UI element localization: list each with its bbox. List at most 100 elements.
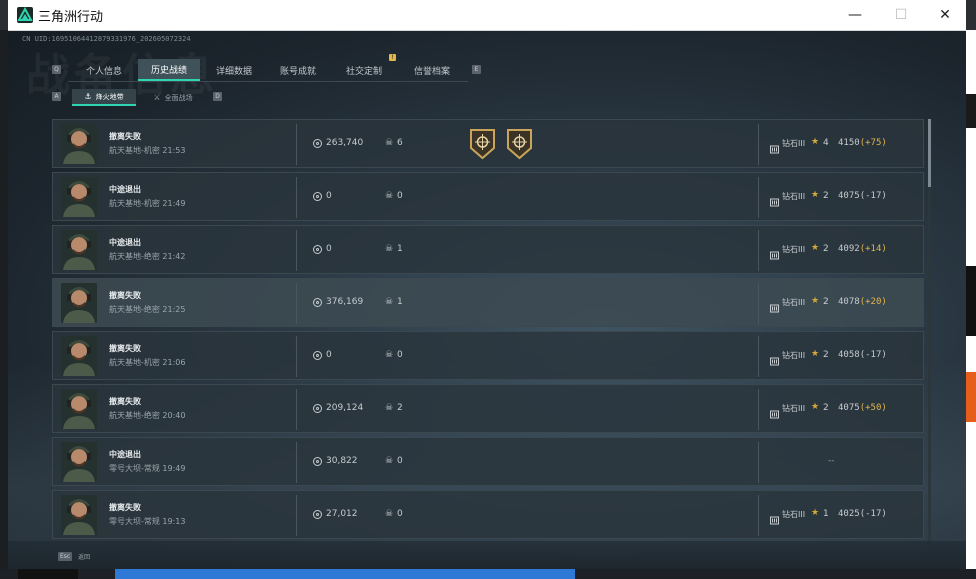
rank-icon (770, 404, 779, 419)
rank-score: 4025(-17) (838, 509, 887, 519)
score-delta: (+20) (859, 297, 887, 307)
match-row[interactable]: 中途退出 航天基地-机密 21:49 0 ☠ 0 钻石III ★ 2 4075(-17) (52, 172, 924, 221)
coins-value: 0 (326, 191, 332, 201)
coins-value: 0 (326, 244, 332, 254)
operator-avatar (61, 495, 97, 535)
subtab-next-key[interactable]: D (213, 92, 222, 101)
match-row[interactable]: 撤离失败 航天基地-机密 21:06 0 ☠ 0 钻石III ★ 2 4058(-17) (52, 331, 924, 380)
scrollbar-thumb[interactable] (928, 119, 931, 187)
tab-match-history[interactable]: 历史战绩 (138, 59, 200, 81)
operator-avatar (61, 124, 97, 164)
rank-score: 4150(+75) (838, 138, 887, 148)
match-result: 撤离失败 (109, 344, 141, 353)
match-row[interactable]: 中途退出 零号大坝-常规 19:49 30,822 ☠ 0 -- (52, 437, 924, 486)
subtab-extraction[interactable]: ⚓ 烽火地带 (72, 89, 136, 106)
star-icon: ★ (811, 137, 820, 147)
rank-score: 4075(+50) (838, 403, 887, 413)
row-divider (296, 389, 297, 430)
match-row[interactable]: 撤离失败 航天基地-绝密 20:40 209,124 ☠ 2 钻石III ★ 2 4075(+5… (52, 384, 924, 433)
star-count: 4 (823, 138, 829, 148)
match-row[interactable]: 撤离失败 零号大坝-常规 19:13 27,012 ☠ 0 钻石III ★ 1 4025(-17… (52, 490, 924, 539)
rank-icon (770, 510, 779, 525)
back-label[interactable]: 返回 (78, 552, 90, 561)
coin-icon (313, 404, 322, 413)
row-divider (758, 124, 759, 165)
match-result: 中途退出 (109, 450, 141, 459)
operator-avatar (61, 177, 97, 217)
skull-icon: ☠ (385, 350, 394, 360)
window-title: 三角洲行动 (38, 10, 104, 25)
rank-icon (770, 245, 779, 260)
score-delta: (-17) (859, 191, 887, 201)
tab-detailed-data[interactable]: 详细数据 (204, 59, 264, 81)
star-count: 2 (823, 297, 829, 307)
row-divider (758, 283, 759, 324)
tab-divider (68, 81, 468, 82)
window-titlebar[interactable]: 三角洲行动 — ☐ ✕ (8, 0, 966, 31)
rank-label: 钻石III (782, 510, 806, 519)
row-divider (296, 230, 297, 271)
tab-reputation[interactable]: 信誉档案 (400, 59, 464, 81)
close-button[interactable]: ✕ (922, 0, 968, 30)
score-delta: (+50) (859, 403, 887, 413)
coin-icon (313, 245, 322, 254)
score-delta: (-17) (859, 350, 887, 360)
rank-score-empty: -- (828, 456, 835, 466)
desktop-left-edge (0, 30, 8, 579)
skull-icon: ☠ (385, 297, 394, 307)
row-divider (758, 230, 759, 271)
rank-icon (770, 139, 779, 154)
match-row[interactable]: 撤离失败 航天基地-机密 21:53 263,740 ☠ 6 钻石III ★ 4 4150(+7… (52, 119, 924, 168)
scrollbar[interactable] (928, 119, 931, 545)
tab-prev-key[interactable]: Q (52, 65, 61, 74)
maximize-button[interactable]: ☐ (878, 0, 924, 30)
subtab-warfare[interactable]: ⚔ 全面战场 (142, 89, 204, 106)
tab-achievements[interactable]: 账号成就 (268, 59, 328, 81)
rank-label: 钻石III (782, 245, 806, 254)
star-count: 2 (823, 350, 829, 360)
rank-icon (770, 351, 779, 366)
kills-value: 1 (397, 297, 403, 307)
row-divider (758, 177, 759, 218)
medal-badge-icon[interactable] (469, 128, 496, 160)
match-history-list[interactable]: 撤离失败 航天基地-机密 21:53 263,740 ☠ 6 钻石III ★ 4 4150(+7… (52, 119, 932, 549)
taskbar-item[interactable] (115, 569, 575, 579)
subtab-prev-key[interactable]: A (52, 92, 61, 101)
operator-avatar (61, 283, 97, 323)
match-row[interactable]: 中途退出 航天基地-绝密 21:42 0 ☠ 1 钻石III ★ 2 4092(+14) (52, 225, 924, 274)
coins-value: 263,740 (326, 138, 364, 148)
star-count: 1 (823, 509, 829, 519)
tab-personal-info[interactable]: 个人信息 (74, 59, 134, 81)
notification-badge: ! (389, 54, 396, 61)
match-row[interactable]: 撤离失败 航天基地-绝密 21:25 376,169 ☠ 1 钻石III ★ 2 4078(+2… (52, 278, 924, 327)
coins-value: 27,012 (326, 509, 358, 519)
taskbar-item[interactable] (18, 569, 78, 579)
rank-label: 钻石III (782, 139, 806, 148)
star-count: 2 (823, 244, 829, 254)
star-icon: ★ (811, 190, 820, 200)
rank-label: 钻石III (782, 298, 806, 307)
coin-icon (313, 298, 322, 307)
game-viewport: 战备信息 CN UID:1695106441287933197​6_202605… (8, 31, 966, 569)
coins-value: 376,169 (326, 297, 364, 307)
rank-label: 钻石III (782, 192, 806, 201)
score-value: 4025 (838, 509, 860, 519)
coin-icon (313, 192, 322, 201)
coins-value: 209,124 (326, 403, 364, 413)
rank-score: 4092(+14) (838, 244, 887, 254)
match-result: 撤离失败 (109, 503, 141, 512)
coin-icon (313, 510, 322, 519)
map-and-time: 零号大坝-常规 19:49 (109, 464, 186, 473)
row-divider (296, 124, 297, 165)
medal-badge-icon[interactable] (506, 128, 533, 160)
tab-social-custom[interactable]: 社交定制 (332, 59, 396, 81)
escape-key[interactable]: Esc (58, 552, 73, 561)
minimize-button[interactable]: — (832, 0, 878, 30)
map-and-time: 航天基地-机密 21:49 (109, 199, 186, 208)
kills-value: 2 (397, 403, 403, 413)
kills-value: 0 (397, 509, 403, 519)
star-count: 2 (823, 403, 829, 413)
score-value: 4058 (838, 350, 860, 360)
tab-next-key[interactable]: E (472, 65, 481, 74)
score-value: 4075 (838, 403, 860, 413)
